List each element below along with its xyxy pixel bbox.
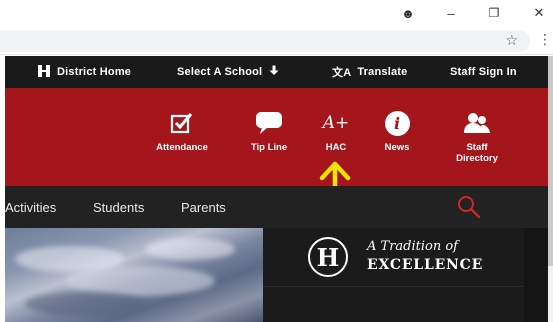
- hero-headline: EXCELLENCE: [367, 257, 484, 273]
- browser-titlebar: ☻ – ❐ ✕: [0, 0, 553, 27]
- tip-line-label: Tip Line: [250, 142, 288, 153]
- hero-divider: [263, 286, 548, 287]
- nav-item-parents[interactable]: Parents: [181, 186, 226, 228]
- hero-tagline: A Tradition of: [367, 239, 458, 254]
- nav-item-students[interactable]: Students: [93, 186, 144, 228]
- scrollbar-thumb[interactable]: [548, 56, 553, 266]
- hero-brand-panel: H A Tradition of EXCELLENCE: [263, 228, 548, 322]
- hero-side-stripe: [524, 228, 548, 322]
- quick-link-attendance[interactable]: Attendance: [147, 110, 217, 153]
- info-icon: i: [384, 110, 410, 136]
- translate-link[interactable]: 文A Translate: [332, 56, 407, 88]
- staff-sign-in-link[interactable]: Staff Sign In: [450, 56, 517, 88]
- checkbox-icon: [170, 110, 194, 136]
- minimize-button[interactable]: –: [441, 4, 461, 22]
- hero-banner: H A Tradition of EXCELLENCE: [5, 228, 548, 322]
- quick-link-staff-directory[interactable]: Staff Directory: [442, 110, 512, 164]
- hac-label: HAC: [325, 142, 347, 153]
- restore-button[interactable]: ❐: [484, 4, 504, 22]
- hero-sky-image: [5, 228, 263, 322]
- building-icon: [37, 64, 51, 81]
- school-crest-logo: H: [308, 237, 348, 277]
- speech-bubble-icon: [255, 110, 283, 136]
- utility-bar: District Home Select A School 文A Transla…: [5, 56, 548, 88]
- quick-links-bar: Attendance Tip Line A+ HAC i News Staff …: [5, 88, 548, 186]
- translate-icon: 文A: [332, 67, 352, 79]
- browser-toolbar: ☆: [0, 27, 553, 55]
- quick-link-hac[interactable]: A+ HAC: [301, 110, 371, 153]
- search-icon[interactable]: [457, 186, 481, 228]
- district-home-label: District Home: [57, 66, 132, 78]
- staff-directory-label: Staff Directory: [456, 142, 498, 164]
- staff-sign-in-label: Staff Sign In: [450, 66, 517, 78]
- select-school-dropdown[interactable]: Select A School: [177, 56, 279, 88]
- quick-link-news[interactable]: i News: [362, 110, 432, 153]
- translate-label: Translate: [357, 66, 408, 78]
- quick-link-tip-line[interactable]: Tip Line: [234, 110, 304, 153]
- account-icon[interactable]: ☻: [398, 4, 418, 22]
- attendance-label: Attendance: [156, 142, 208, 153]
- news-label: News: [384, 142, 410, 153]
- close-button[interactable]: ✕: [529, 4, 549, 22]
- select-school-label: Select A School: [177, 66, 263, 78]
- district-home-link[interactable]: District Home: [37, 56, 131, 88]
- arrow-down-icon: [269, 65, 279, 79]
- address-bar[interactable]: ☆: [0, 30, 530, 52]
- main-navigation: Activities Students Parents: [5, 186, 548, 228]
- bookmark-star-icon[interactable]: ☆: [505, 32, 518, 49]
- a-plus-icon: A+: [322, 113, 350, 133]
- browser-menu-icon[interactable]: ⋮: [538, 32, 552, 46]
- page-scrollbar[interactable]: [548, 56, 553, 322]
- nav-item-activities[interactable]: Activities: [5, 186, 56, 228]
- people-icon: [464, 110, 490, 136]
